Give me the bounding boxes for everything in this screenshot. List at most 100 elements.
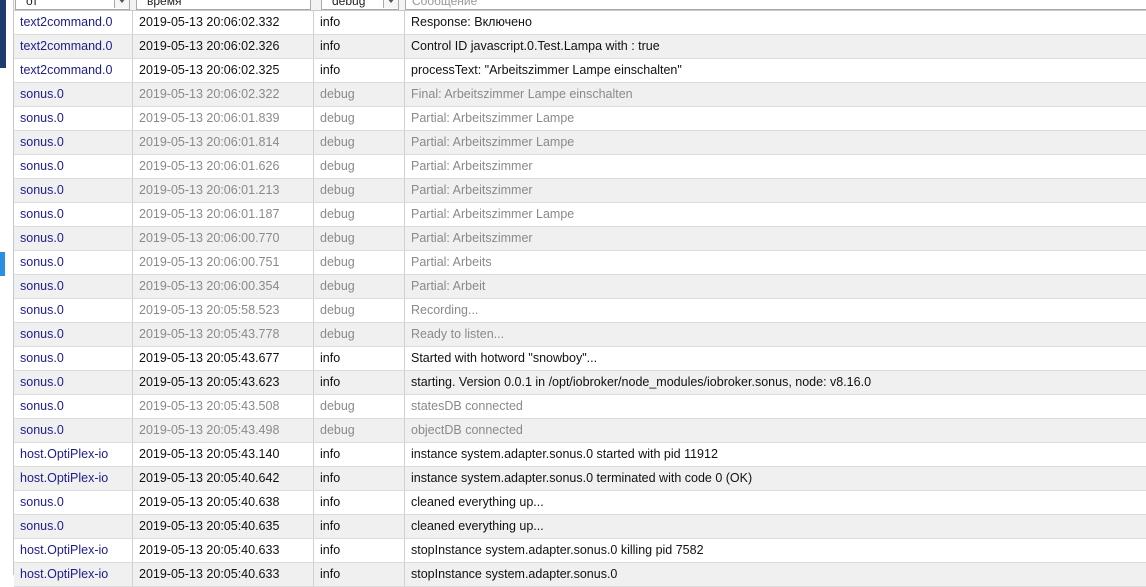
filter-time-input[interactable]: время — [136, 0, 311, 10]
table-row[interactable]: sonus.0 2019-05-13 20:05:43.498 debug objec… — [14, 419, 1146, 443]
chevron-down-icon[interactable] — [114, 0, 129, 8]
severity-cell: info — [314, 59, 405, 83]
filter-from-input[interactable]: от — [15, 0, 130, 10]
severity-cell: info — [314, 35, 405, 59]
severity-cell: info — [314, 371, 405, 395]
from-cell: host.OptiPlex-io — [14, 539, 133, 563]
severity-cell: debug — [314, 179, 405, 203]
table-row[interactable]: sonus.0 2019-05-13 20:06:00.354 debug Parti… — [14, 275, 1146, 299]
table-row[interactable]: sonus.0 2019-05-13 20:05:43.508 debug state… — [14, 395, 1146, 419]
message-cell: Partial: Arbeitszimmer Lampe — [405, 107, 1146, 131]
severity-cell: info — [314, 347, 405, 371]
table-row[interactable]: text2command.0 2019-05-13 20:06:02.326 inf… — [14, 35, 1146, 59]
severity-cell: info — [314, 539, 405, 563]
message-cell: starting. Version 0.0.1 in /opt/iobroker… — [405, 371, 1146, 395]
table-row[interactable]: sonus.0 2019-05-13 20:05:58.523 debug Recor… — [14, 299, 1146, 323]
severity-cell: debug — [314, 323, 405, 347]
table-row[interactable]: sonus.0 2019-05-13 20:06:01.213 debug Parti… — [14, 179, 1146, 203]
message-filter-input[interactable]: Сообщение — [405, 0, 1146, 10]
table-row[interactable]: sonus.0 2019-05-13 20:05:40.638 info cleane… — [14, 491, 1146, 515]
message-cell: Response: Включено — [405, 11, 1146, 35]
table-row[interactable]: text2command.0 2019-05-13 20:06:02.325 inf… — [14, 59, 1146, 83]
time-cell: 2019-05-13 20:06:02.325 — [133, 59, 314, 83]
table-row[interactable]: host.OptiPlex-io 2019-05-13 20:05:40.633 i… — [14, 563, 1146, 587]
message-cell: Partial: Arbeitszimmer Lampe — [405, 131, 1146, 155]
message-cell: instance system.adapter.sonus.0 terminat… — [405, 467, 1146, 491]
table-row[interactable]: text2command.0 2019-05-13 20:06:02.332 inf… — [14, 11, 1146, 35]
message-cell: Partial: Arbeitszimmer — [405, 179, 1146, 203]
time-cell: 2019-05-13 20:05:58.523 — [133, 299, 314, 323]
message-cell: statesDB connected — [405, 395, 1146, 419]
time-cell: 2019-05-13 20:06:00.354 — [133, 275, 314, 299]
message-cell: stopInstance system.adapter.sonus.0 kill… — [405, 539, 1146, 563]
time-cell: 2019-05-13 20:06:02.326 — [133, 35, 314, 59]
severity-cell: debug — [314, 419, 405, 443]
time-cell: 2019-05-13 20:06:01.814 — [133, 131, 314, 155]
severity-cell: debug — [314, 155, 405, 179]
severity-cell: info — [314, 515, 405, 539]
time-cell: 2019-05-13 20:05:40.633 — [133, 539, 314, 563]
from-cell: sonus.0 — [14, 83, 133, 107]
from-cell: sonus.0 — [14, 107, 133, 131]
table-row[interactable]: sonus.0 2019-05-13 20:05:43.778 debug Ready… — [14, 323, 1146, 347]
severity-cell: debug — [314, 227, 405, 251]
chevron-down-icon[interactable] — [383, 0, 398, 8]
time-cell: 2019-05-13 20:05:40.642 — [133, 467, 314, 491]
table-row[interactable]: sonus.0 2019-05-13 20:06:01.814 debug Parti… — [14, 131, 1146, 155]
message-cell: stopInstance system.adapter.sonus.0 — [405, 563, 1146, 587]
message-cell: Control ID javascript.0.Test.Lampa with … — [405, 35, 1146, 59]
message-cell: Partial: Arbeitszimmer — [405, 227, 1146, 251]
time-cell: 2019-05-13 20:05:40.638 — [133, 491, 314, 515]
severity-cell: debug — [314, 299, 405, 323]
from-cell: sonus.0 — [14, 227, 133, 251]
time-cell: 2019-05-13 20:05:43.623 — [133, 371, 314, 395]
message-cell: instance system.adapter.sonus.0 started … — [405, 443, 1146, 467]
message-cell: objectDB connected — [405, 419, 1146, 443]
from-cell: sonus.0 — [14, 371, 133, 395]
time-cell: 2019-05-13 20:05:40.635 — [133, 515, 314, 539]
time-cell: 2019-05-13 20:05:40.633 — [133, 563, 314, 587]
table-row[interactable]: host.OptiPlex-io 2019-05-13 20:05:40.633 i… — [14, 539, 1146, 563]
from-cell: sonus.0 — [14, 347, 133, 371]
table-row[interactable]: sonus.0 2019-05-13 20:06:00.751 debug Parti… — [14, 251, 1146, 275]
severity-cell: info — [314, 467, 405, 491]
time-cell: 2019-05-13 20:05:43.498 — [133, 419, 314, 443]
time-cell: 2019-05-13 20:05:43.778 — [133, 323, 314, 347]
message-cell: Partial: Arbeitszimmer Lampe — [405, 203, 1146, 227]
time-cell: 2019-05-13 20:06:01.839 — [133, 107, 314, 131]
severity-cell: debug — [314, 395, 405, 419]
table-row[interactable]: host.OptiPlex-io 2019-05-13 20:05:40.642 i… — [14, 467, 1146, 491]
table-row[interactable]: sonus.0 2019-05-13 20:06:01.839 debug Parti… — [14, 107, 1146, 131]
log-table: от время debug Сообщение text2command.0 2… — [13, 0, 1146, 587]
message-cell: Final: Arbeitszimmer Lampe einschalten — [405, 83, 1146, 107]
time-cell: 2019-05-13 20:06:02.332 — [133, 11, 314, 35]
table-row[interactable]: host.OptiPlex-io 2019-05-13 20:05:43.140 i… — [14, 443, 1146, 467]
table-row[interactable]: sonus.0 2019-05-13 20:06:00.770 debug Parti… — [14, 227, 1146, 251]
message-cell: Started with hotword "snowboy"... — [405, 347, 1146, 371]
severity-cell: info — [314, 491, 405, 515]
time-cell: 2019-05-13 20:06:01.626 — [133, 155, 314, 179]
message-cell: cleaned everything up... — [405, 515, 1146, 539]
severity-cell: info — [314, 11, 405, 35]
table-row[interactable]: sonus.0 2019-05-13 20:05:40.635 info cleane… — [14, 515, 1146, 539]
message-cell: Partial: Arbeitszimmer — [405, 155, 1146, 179]
table-row[interactable]: sonus.0 2019-05-13 20:05:43.623 info starti… — [14, 371, 1146, 395]
severity-cell: debug — [314, 83, 405, 107]
sidebar-active-indicator — [0, 252, 5, 276]
time-cell: 2019-05-13 20:06:00.770 — [133, 227, 314, 251]
table-row[interactable]: sonus.0 2019-05-13 20:06:01.187 debug Parti… — [14, 203, 1146, 227]
table-row[interactable]: sonus.0 2019-05-13 20:06:02.322 debug Final… — [14, 83, 1146, 107]
from-cell: sonus.0 — [14, 395, 133, 419]
from-cell: sonus.0 — [14, 515, 133, 539]
time-cell: 2019-05-13 20:06:01.213 — [133, 179, 314, 203]
severity-cell: debug — [314, 131, 405, 155]
severity-cell: info — [314, 443, 405, 467]
message-cell: cleaned everything up... — [405, 491, 1146, 515]
severity-cell: debug — [314, 203, 405, 227]
table-row[interactable]: sonus.0 2019-05-13 20:06:01.626 debug Parti… — [14, 155, 1146, 179]
from-cell: sonus.0 — [14, 275, 133, 299]
severity-select[interactable]: debug — [321, 0, 399, 10]
table-row[interactable]: sonus.0 2019-05-13 20:05:43.677 info Starte… — [14, 347, 1146, 371]
log-table-header: от время debug Сообщение — [14, 0, 1146, 11]
message-cell: Recording... — [405, 299, 1146, 323]
